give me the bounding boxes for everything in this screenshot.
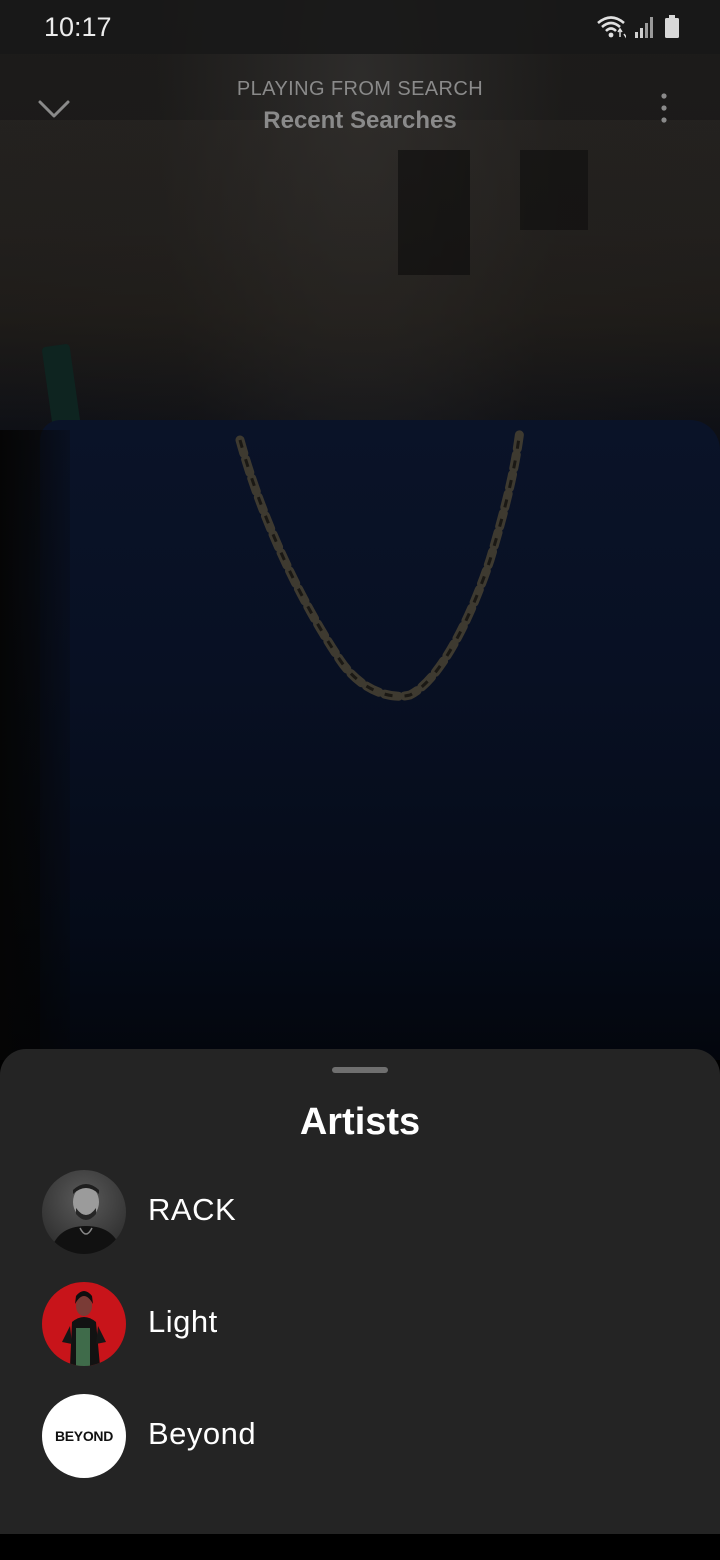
artist-avatar	[42, 1170, 126, 1254]
collapse-player-button[interactable]	[36, 92, 72, 128]
status-time: 10:17	[44, 12, 112, 42]
artist-row-beyond[interactable]: BEYOND Beyond	[0, 1394, 720, 1506]
artist-name: RACK	[148, 1192, 237, 1227]
playing-context[interactable]: PLAYING FROM SEARCH Recent Searches	[160, 78, 560, 135]
signal-icon	[634, 15, 656, 43]
status-bar: 10:17	[0, 0, 720, 54]
chevron-down-icon	[36, 100, 72, 132]
context-type-label: PLAYING FROM SEARCH	[236, 78, 484, 100]
artist-avatar	[42, 1282, 126, 1366]
artist-name: Light	[148, 1304, 218, 1339]
now-playing-screen: 10:17 PLAYING FROM SEARCH Recent Searche…	[0, 0, 720, 1560]
wifi-icon	[596, 14, 629, 44]
more-vertical-icon	[652, 93, 676, 134]
album-artwork	[0, 0, 720, 1060]
artist-name: Beyond	[148, 1416, 257, 1451]
beyond-logo-text: BEYOND	[55, 1428, 113, 1444]
sheet-title: Artists	[299, 1101, 421, 1143]
artist-row-light[interactable]: Light	[0, 1282, 720, 1394]
artist-row-rack[interactable]: RACK	[0, 1170, 720, 1282]
artwork-chain	[235, 425, 525, 701]
artist-list: RACK Light BEYOND Beyond	[0, 1170, 720, 1506]
artists-bottom-sheet: Artists RACK Light BEYOND Beyond	[0, 1049, 720, 1534]
battery-icon	[664, 15, 680, 43]
more-options-button[interactable]	[652, 90, 676, 130]
sheet-drag-handle[interactable]	[332, 1067, 388, 1073]
artist-avatar: BEYOND	[42, 1394, 126, 1478]
context-name: Recent Searches	[263, 107, 457, 134]
navigation-bar	[0, 1534, 720, 1560]
